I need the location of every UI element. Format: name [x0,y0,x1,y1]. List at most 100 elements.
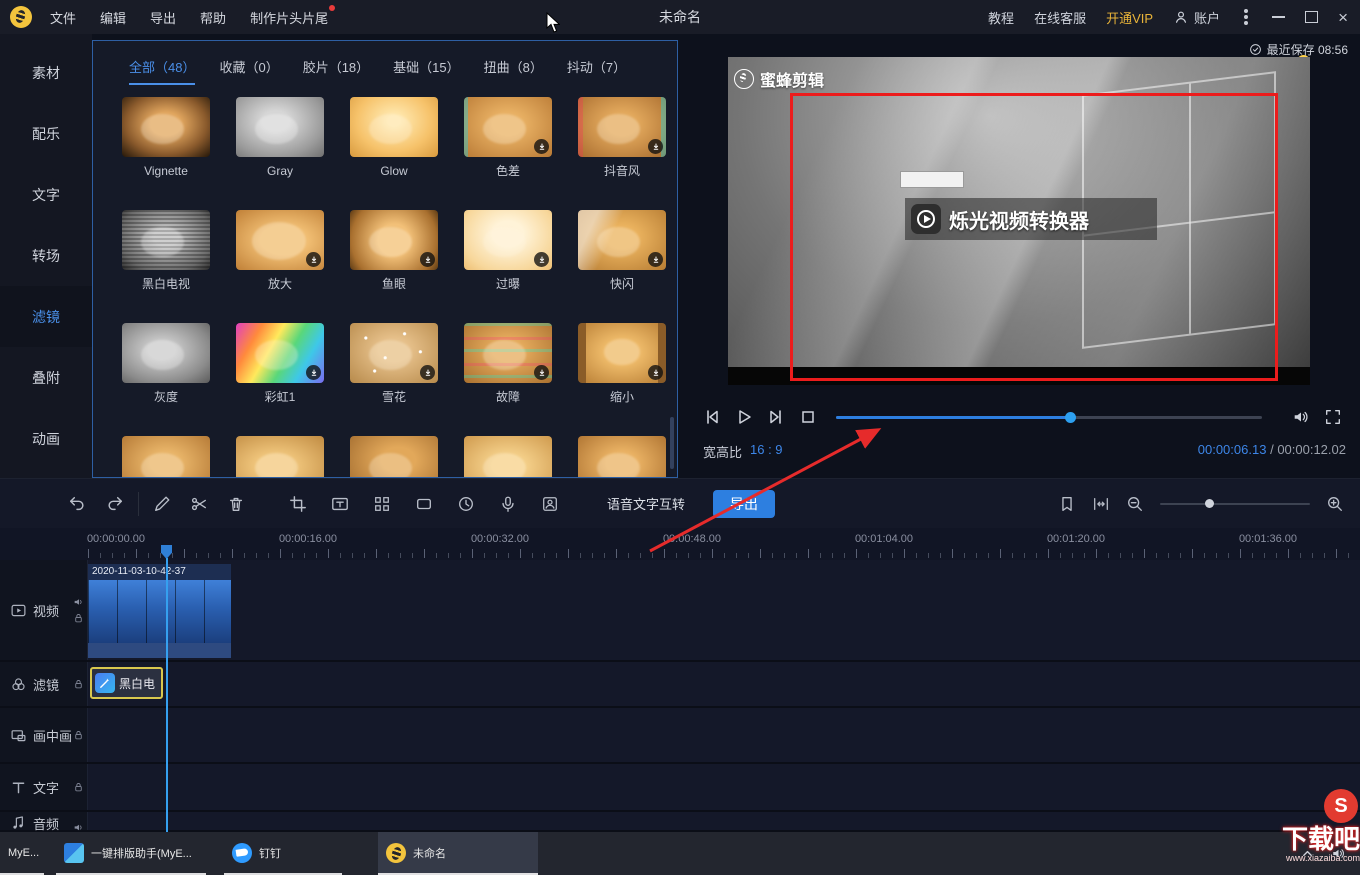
tab-favorites[interactable]: 收藏（0） [219,57,278,85]
timeline-ruler[interactable]: 00:00:00.00 00:00:16.00 00:00:32.00 00:0… [0,528,1360,560]
play-button[interactable] [734,407,754,427]
sidebar-item-animation[interactable]: 动画 [0,408,92,469]
seek-slider[interactable] [836,416,1262,419]
tray-chevron-up-icon[interactable] [1300,846,1315,861]
sidebar-item-media[interactable]: 素材 [0,42,92,103]
filter-thumbnail[interactable] [350,436,438,478]
tutorial-link[interactable]: 教程 [988,8,1014,27]
filter-thumbnail[interactable] [350,97,438,157]
filter-thumbnail[interactable] [464,436,552,478]
filter-thumbnail[interactable] [236,323,324,383]
filter-thumbnail[interactable] [236,436,324,478]
step-back-button[interactable] [702,407,722,427]
filter-item[interactable] [578,436,666,478]
filter-thumbnail[interactable] [236,210,324,270]
subtitle-button[interactable] [331,495,349,513]
filter-thumbnail[interactable] [350,210,438,270]
duration-clock-button[interactable] [457,495,475,513]
filter-item[interactable]: Gray [236,97,324,178]
filter-item[interactable]: 雪花 [350,323,438,404]
filter-item[interactable]: 抖音风 [578,97,666,178]
filter-item[interactable]: Glow [350,97,438,178]
filter-item[interactable]: 灰度 [122,323,210,404]
filter-item[interactable]: 快闪 [578,210,666,291]
filter-thumbnail[interactable] [122,436,210,478]
tab-all[interactable]: 全部（48） [129,57,195,85]
stop-button[interactable] [798,407,818,427]
zoom-in-button[interactable] [1326,495,1344,513]
timeline-zoom-knob[interactable] [1205,499,1214,508]
video-clip[interactable]: 2020-11-03-10-42-37 [88,564,231,658]
export-button[interactable]: 导出 [713,490,775,518]
filter-thumbnail[interactable] [578,436,666,478]
sidebar-item-filter[interactable]: 滤镜 [0,286,92,347]
sidebar-item-text[interactable]: 文字 [0,164,92,225]
filter-thumbnail[interactable] [350,323,438,383]
aspect-ratio-value[interactable]: 16 : 9 [750,442,783,461]
fit-timeline-button[interactable] [1092,495,1110,513]
minimize-button[interactable] [1272,16,1285,18]
record-mic-button[interactable] [499,495,517,513]
close-button[interactable]: × [1338,9,1348,26]
tray-volume-icon[interactable] [1331,846,1346,861]
tab-film[interactable]: 胶片（18） [303,57,369,85]
filter-thumbnail[interactable] [464,323,552,383]
filter-track-lane[interactable]: 黑白电 [88,662,1360,706]
filter-item[interactable]: 彩虹1 [236,323,324,404]
filter-item[interactable]: 过曝 [464,210,552,291]
video-viewport[interactable]: 烁光视频转换器 蜜蜂剪辑 [728,57,1310,385]
volume-icon[interactable] [1292,408,1310,426]
filter-track-header[interactable]: 滤镜 [0,662,88,706]
redo-button[interactable] [106,495,124,513]
mute-speaker-icon[interactable] [73,597,84,608]
filter-item[interactable]: 故障 [464,323,552,404]
taskbar-item-dingtalk[interactable]: 钉钉 [224,832,342,875]
audio-track-lane[interactable] [88,812,1360,830]
mosaic-button[interactable] [373,495,391,513]
filter-item[interactable] [122,436,210,478]
marker-tag-button[interactable] [1058,495,1076,513]
video-track-lane[interactable]: 2020-11-03-10-42-37 [88,560,1360,660]
filter-thumbnail[interactable] [578,210,666,270]
filter-thumbnail[interactable] [122,97,210,157]
portrait-button[interactable] [541,495,559,513]
audio-track-header[interactable]: 音频 [0,812,88,830]
filter-item[interactable] [236,436,324,478]
filter-item[interactable] [464,436,552,478]
menu-help[interactable]: 帮助 [200,8,226,27]
sidebar-item-overlay[interactable]: 叠附 [0,347,92,408]
menu-file[interactable]: 文件 [50,8,76,27]
filter-thumbnail[interactable] [578,323,666,383]
lock-icon[interactable] [73,730,84,741]
undo-button[interactable] [68,495,86,513]
filter-thumbnail[interactable] [464,210,552,270]
fullscreen-icon[interactable] [1324,408,1342,426]
more-options-icon[interactable] [1244,15,1248,19]
pip-track-lane[interactable] [88,708,1360,762]
pip-track-header[interactable]: 画中画 [0,708,88,762]
crop-selection-red-border[interactable] [790,93,1278,381]
zoom-out-button[interactable] [1126,495,1144,513]
filter-item[interactable]: 放大 [236,210,324,291]
step-forward-button[interactable] [766,407,786,427]
seek-slider-knob[interactable] [1065,412,1076,423]
filter-thumbnail[interactable] [122,323,210,383]
video-track-header[interactable]: 视频 [0,560,88,660]
online-support-link[interactable]: 在线客服 [1034,8,1086,27]
menu-intro-outro[interactable]: 制作片头片尾 [250,8,328,27]
sidebar-item-music[interactable]: 配乐 [0,103,92,164]
lock-icon[interactable] [73,679,84,690]
lock-icon[interactable] [73,782,84,793]
menu-edit[interactable]: 编辑 [100,8,126,27]
edit-pencil-button[interactable] [153,495,171,513]
menu-export[interactable]: 导出 [150,8,176,27]
filter-thumbnail[interactable] [464,97,552,157]
speech-text-convert-button[interactable]: 语音文字互转 [607,494,685,513]
filter-clip-selected[interactable]: 黑白电 [90,667,163,699]
filter-panel-scrollbar[interactable] [670,417,674,469]
maximize-button[interactable] [1305,11,1318,23]
text-track-lane[interactable] [88,764,1360,810]
vip-upgrade-link[interactable]: 开通VIP [1106,8,1153,27]
tab-distort[interactable]: 扭曲（8） [484,57,543,85]
filter-item[interactable]: 鱼眼 [350,210,438,291]
